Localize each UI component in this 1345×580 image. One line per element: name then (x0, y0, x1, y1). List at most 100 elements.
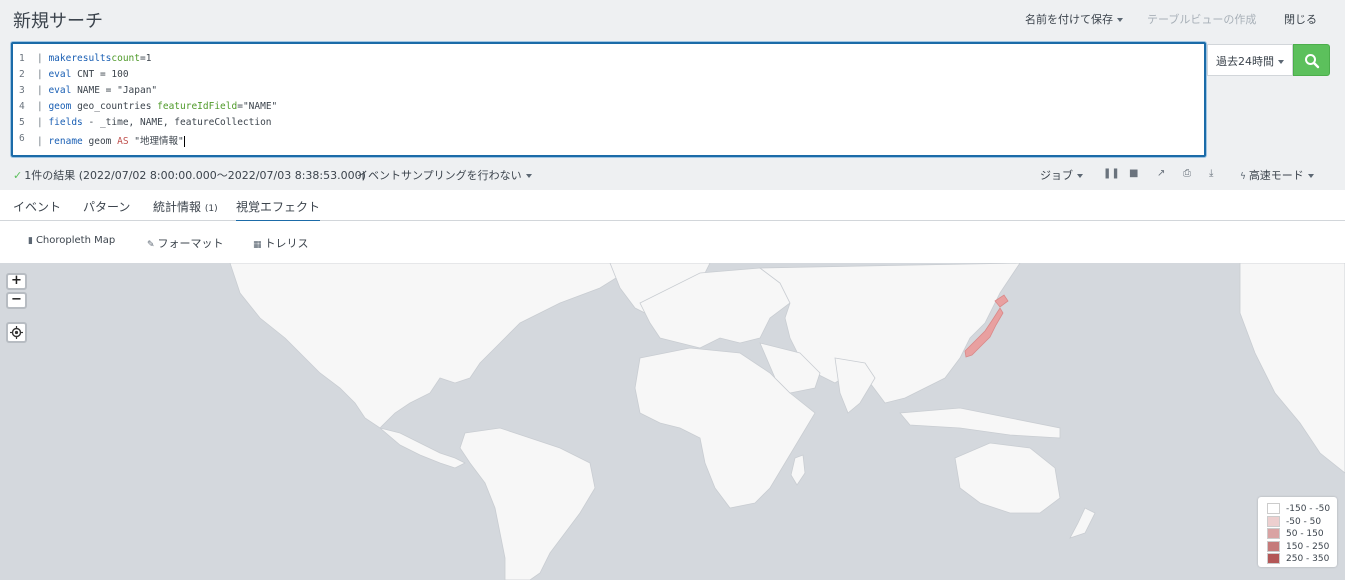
search-button[interactable] (1293, 44, 1330, 76)
north-america-shape (229, 263, 641, 429)
line-number: 6 (19, 133, 25, 144)
search-editor[interactable]: 123456 | makeresultscount=1 | eval CNT = … (11, 42, 1206, 157)
line-gutter: 1 2 3 4 5 6 (13, 44, 35, 155)
code-line[interactable]: | fields - _time, NAME, featureCollectio… (37, 117, 272, 128)
sampling-label: イベントサンプリングを行わない (357, 169, 522, 182)
code-token: CNT = 100 (71, 69, 129, 80)
grid-icon: ▦ (253, 240, 262, 250)
tab-label: イベント (13, 200, 62, 214)
central-america-shape (379, 427, 466, 469)
caret-down-icon (1117, 18, 1123, 22)
time-range-label: 過去24時間 (1216, 55, 1274, 68)
tab-count: (1) (204, 204, 218, 214)
status-bar: ✓ 1件の結果 (2022/07/02 8:00:00.000〜2022/07/0… (0, 162, 1345, 184)
tab-patterns[interactable]: パターン (83, 198, 130, 215)
madagascar-shape (790, 454, 806, 486)
text-cursor (183, 136, 185, 147)
code-token: AS (117, 136, 129, 147)
search-icon (1305, 54, 1320, 69)
print-icon[interactable]: ⎙ (1183, 168, 1191, 179)
legend-item: 150 - 250 (1267, 540, 1330, 553)
code-token: geo_countries (71, 101, 158, 112)
command-token: geom (48, 101, 72, 112)
code-line[interactable]: | makeresultscount=1 (37, 53, 151, 64)
tab-events[interactable]: イベント (13, 198, 61, 215)
australia-shape (954, 442, 1061, 514)
close-button[interactable]: 閉じる (1284, 11, 1317, 27)
format-button[interactable]: ✎ フォーマット (147, 235, 224, 251)
legend-label: -50 - 50 (1286, 516, 1322, 527)
time-range-picker[interactable]: 過去24時間 (1207, 44, 1293, 76)
tab-visualization[interactable]: 視覚エフェクト (236, 198, 321, 222)
legend-item: -50 - 50 (1267, 515, 1322, 528)
code-token: count (111, 53, 140, 64)
command-token: eval (48, 69, 72, 80)
tab-label: パターン (83, 200, 131, 214)
zoom-out-button[interactable]: − (6, 292, 27, 309)
americas-right-shape (1239, 263, 1345, 474)
new-zealand-shape (1069, 507, 1096, 539)
pipe-token: | (37, 117, 49, 128)
command-token: makeresults (48, 53, 112, 64)
code-line[interactable]: | eval NAME = "Japan" (37, 85, 157, 96)
header: 新規サーチ 名前を付けて保存 テーブルビューの作成 閉じる (0, 0, 1345, 40)
save-as-menu[interactable]: 名前を付けて保存 (1025, 11, 1123, 27)
choropleth-map[interactable]: + − -150 - -50 -50 - 50 50 - 150 150 - 250 2… (0, 263, 1345, 580)
tab-label: 統計情報 (153, 200, 202, 214)
caret-down-icon (1278, 60, 1284, 64)
line-number: 4 (19, 101, 25, 112)
code-token: ="NAME" (237, 101, 278, 112)
pipe-token: | (37, 101, 49, 112)
zoom-in-button[interactable]: + (6, 273, 27, 290)
legend-label: 150 - 250 (1286, 541, 1330, 552)
command-token: rename (48, 136, 83, 147)
pipe-token: | (37, 53, 49, 64)
caret-down-icon (1307, 174, 1314, 178)
code-token: "地理情報" (128, 136, 184, 147)
chart-type-button[interactable]: ▮ Choropleth Map (28, 235, 115, 246)
code-line[interactable]: | geom geo_countries featureIdField="NAM… (37, 101, 277, 112)
sampling-menu[interactable]: イベントサンプリングを行わない (357, 167, 532, 183)
caret-down-icon (1077, 174, 1083, 178)
page-title: 新規サーチ (13, 11, 103, 32)
south-america-shape (459, 427, 596, 580)
code-line[interactable]: | rename geom AS "地理情報" (37, 133, 185, 147)
line-number: 5 (19, 117, 25, 128)
legend-label: 250 - 350 (1286, 554, 1330, 564)
tab-label: 視覚エフェクト (236, 200, 321, 214)
code-token: =1 (139, 53, 152, 64)
save-as-label: 名前を付けて保存 (1025, 13, 1113, 26)
stop-icon[interactable]: ■ (1129, 168, 1138, 179)
viz-toolbar: ▮ Choropleth Map ✎ フォーマット ▦ トレリス (0, 221, 1345, 263)
search-mode-menu[interactable]: ϟ 高速モード (1240, 167, 1314, 183)
legend-swatch (1267, 515, 1280, 527)
map-icon: ▮ (28, 236, 33, 246)
code-line[interactable]: | eval CNT = 100 (37, 69, 129, 80)
export-icon[interactable]: ⤓ (1209, 168, 1213, 179)
line-number: 3 (19, 85, 25, 96)
command-token: fields (48, 117, 83, 128)
code-token: geom (82, 136, 118, 147)
pause-icon[interactable]: ❚❚ (1103, 168, 1120, 179)
line-number: 1 (19, 53, 25, 64)
chart-type-label: Choropleth Map (35, 235, 116, 246)
format-label: フォーマット (157, 237, 224, 250)
result-summary: ✓ 1件の結果 (2022/07/02 8:00:00.000〜2022/07/0… (13, 167, 366, 183)
crosshair-icon (10, 326, 23, 339)
share-icon[interactable]: ↗ (1157, 168, 1165, 179)
legend-label: 50 - 150 (1286, 529, 1324, 539)
trellis-button[interactable]: ▦ トレリス (253, 235, 309, 251)
trellis-label: トレリス (264, 237, 309, 250)
caret-down-icon (525, 174, 532, 178)
result-text: 1件の結果 (2022/07/02 8:00:00.000〜2022/07/03… (24, 169, 366, 182)
locate-button[interactable] (6, 322, 27, 343)
legend-swatch (1267, 528, 1280, 539)
legend-item: -150 - -50 (1267, 503, 1330, 515)
southeast-asia-shape (899, 407, 1061, 439)
check-icon: ✓ (13, 169, 23, 182)
tab-statistics[interactable]: 統計情報 (1) (153, 198, 218, 215)
job-menu[interactable]: ジョブ (1040, 167, 1083, 183)
table-view-button[interactable]: テーブルビューの作成 (1147, 11, 1256, 27)
pencil-icon: ✎ (147, 240, 155, 250)
legend-swatch (1267, 540, 1280, 552)
